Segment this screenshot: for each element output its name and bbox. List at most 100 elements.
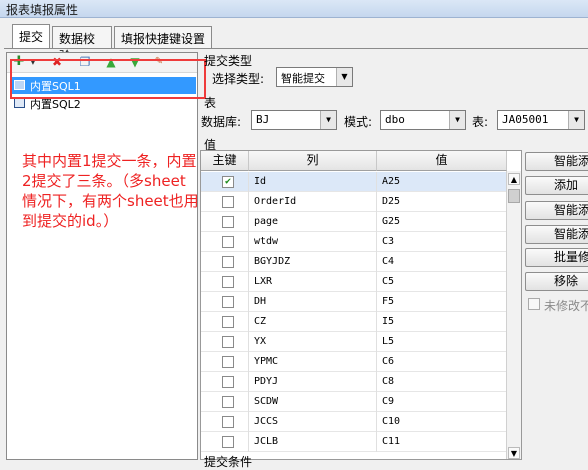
primary-key-checkbox[interactable] (222, 336, 234, 348)
value-cell[interactable]: G25 (377, 212, 507, 232)
primary-key-checkbox[interactable]: ✔ (222, 176, 234, 188)
database-select[interactable]: BJ ▼ (251, 110, 337, 130)
value-cell[interactable]: C5 (377, 272, 507, 292)
column-cell[interactable]: JCCS (249, 412, 377, 432)
column-cell[interactable]: LXR (249, 272, 377, 292)
column-cell[interactable]: SCDW (249, 392, 377, 412)
window-title: 报表填报属性 (0, 0, 588, 18)
column-cell[interactable]: PDYJ (249, 372, 377, 392)
table-row[interactable]: JCCS C10 (201, 412, 507, 432)
database-value: BJ (256, 113, 270, 126)
primary-key-cell: ✔ (201, 172, 249, 192)
header-primary-key[interactable]: 主键 (201, 151, 249, 171)
column-cell[interactable]: DH (249, 292, 377, 312)
primary-key-cell (201, 392, 249, 412)
primary-key-checkbox[interactable] (222, 296, 234, 308)
table-value: JA05001 (502, 113, 549, 126)
primary-key-checkbox[interactable] (222, 396, 234, 408)
annotation-text: 其中内置1提交一条，内置2提交了三条。（多sheet情况下，有两个sheet也用… (22, 152, 199, 230)
table-group-label: 表 (204, 96, 217, 110)
annotation-highlight-box (10, 59, 206, 99)
add-button[interactable]: 添加 (525, 176, 588, 195)
table-row[interactable]: OrderId D25 (201, 192, 507, 212)
value-cell[interactable]: C11 (377, 432, 507, 452)
primary-key-cell (201, 372, 249, 392)
value-cell[interactable]: I5 (377, 312, 507, 332)
table-row[interactable]: CZ I5 (201, 312, 507, 332)
scroll-down-icon[interactable]: ▼ (508, 447, 520, 459)
primary-key-cell (201, 292, 249, 312)
column-cell[interactable]: JCLB (249, 432, 377, 452)
remove-button[interactable]: 移除 (525, 272, 588, 291)
primary-key-checkbox[interactable] (222, 316, 234, 328)
primary-key-checkbox[interactable] (222, 256, 234, 268)
chevron-down-icon: ▼ (449, 111, 465, 129)
primary-key-cell (201, 312, 249, 332)
tab-data-validation[interactable]: 数据校验 (52, 26, 112, 63)
smart-add-button[interactable]: 智能添 (525, 152, 588, 171)
value-cell[interactable]: C6 (377, 352, 507, 372)
tab-submit[interactable]: 提交 (12, 24, 50, 49)
column-cell[interactable]: OrderId (249, 192, 377, 212)
column-cell[interactable]: BGYJDZ (249, 252, 377, 272)
table-select[interactable]: JA05001 ▼ (497, 110, 585, 130)
value-cell[interactable]: C10 (377, 412, 507, 432)
submit-condition-group-label: 提交条件 (204, 455, 253, 469)
value-cell[interactable]: C9 (377, 392, 507, 412)
primary-key-checkbox[interactable] (222, 356, 234, 368)
primary-key-cell (201, 432, 249, 452)
table-row[interactable]: page G25 (201, 212, 507, 232)
schema-select[interactable]: dbo ▼ (380, 110, 466, 130)
primary-key-cell (201, 252, 249, 272)
column-cell[interactable]: YX (249, 332, 377, 352)
value-cell[interactable]: F5 (377, 292, 507, 312)
table-row[interactable]: DH F5 (201, 292, 507, 312)
table-row[interactable]: JCLB C11 (201, 432, 507, 452)
column-cell[interactable]: page (249, 212, 377, 232)
column-cell[interactable]: CZ (249, 312, 377, 332)
value-cell[interactable]: D25 (377, 192, 507, 212)
no-change-checkbox[interactable] (528, 298, 540, 310)
header-column[interactable]: 列 (249, 151, 377, 171)
column-cell[interactable]: Id (249, 172, 377, 192)
smart-add-button-2[interactable]: 智能添 (525, 201, 588, 220)
header-value[interactable]: 值 (377, 151, 507, 171)
table-row[interactable]: wtdw C3 (201, 232, 507, 252)
value-cell[interactable]: L5 (377, 332, 507, 352)
chevron-down-icon: ▼ (568, 111, 584, 129)
table-row[interactable]: YPMC C6 (201, 352, 507, 372)
primary-key-checkbox[interactable] (222, 196, 234, 208)
primary-key-cell (201, 192, 249, 212)
table-row[interactable]: PDYJ C8 (201, 372, 507, 392)
table-row[interactable]: LXR C5 (201, 272, 507, 292)
chevron-down-icon: ▼ (320, 111, 336, 129)
table-row[interactable]: SCDW C9 (201, 392, 507, 412)
primary-key-checkbox[interactable] (222, 236, 234, 248)
table-row[interactable]: BGYJDZ C4 (201, 252, 507, 272)
table-row[interactable]: ✔ Id A25 (201, 172, 507, 192)
chevron-down-icon: ▼ (336, 68, 352, 86)
value-cell[interactable]: A25 (377, 172, 507, 192)
value-cell[interactable]: C4 (377, 252, 507, 272)
column-cell[interactable]: wtdw (249, 232, 377, 252)
smart-add-button-3[interactable]: 智能添 (525, 225, 588, 244)
primary-key-checkbox[interactable] (222, 276, 234, 288)
table-row[interactable]: YX L5 (201, 332, 507, 352)
primary-key-checkbox[interactable] (222, 216, 234, 228)
column-cell[interactable]: YPMC (249, 352, 377, 372)
primary-key-cell (201, 412, 249, 432)
schema-value: dbo (385, 113, 405, 126)
value-cell[interactable]: C8 (377, 372, 507, 392)
submit-type-select[interactable]: 智能提交 ▼ (276, 67, 353, 87)
primary-key-checkbox[interactable] (222, 376, 234, 388)
scroll-thumb[interactable] (508, 189, 520, 203)
tab-shortcut-settings[interactable]: 填报快捷键设置 (114, 26, 212, 48)
scroll-up-icon[interactable]: ▲ (508, 173, 520, 185)
batch-edit-button[interactable]: 批量修 (525, 248, 588, 267)
no-change-label: 未修改不 (544, 299, 588, 313)
primary-key-checkbox[interactable] (222, 436, 234, 448)
primary-key-checkbox[interactable] (222, 416, 234, 428)
grid-scrollbar[interactable]: ▲ ▼ (506, 171, 521, 459)
value-cell[interactable]: C3 (377, 232, 507, 252)
database-label: 数据库: (201, 115, 242, 129)
